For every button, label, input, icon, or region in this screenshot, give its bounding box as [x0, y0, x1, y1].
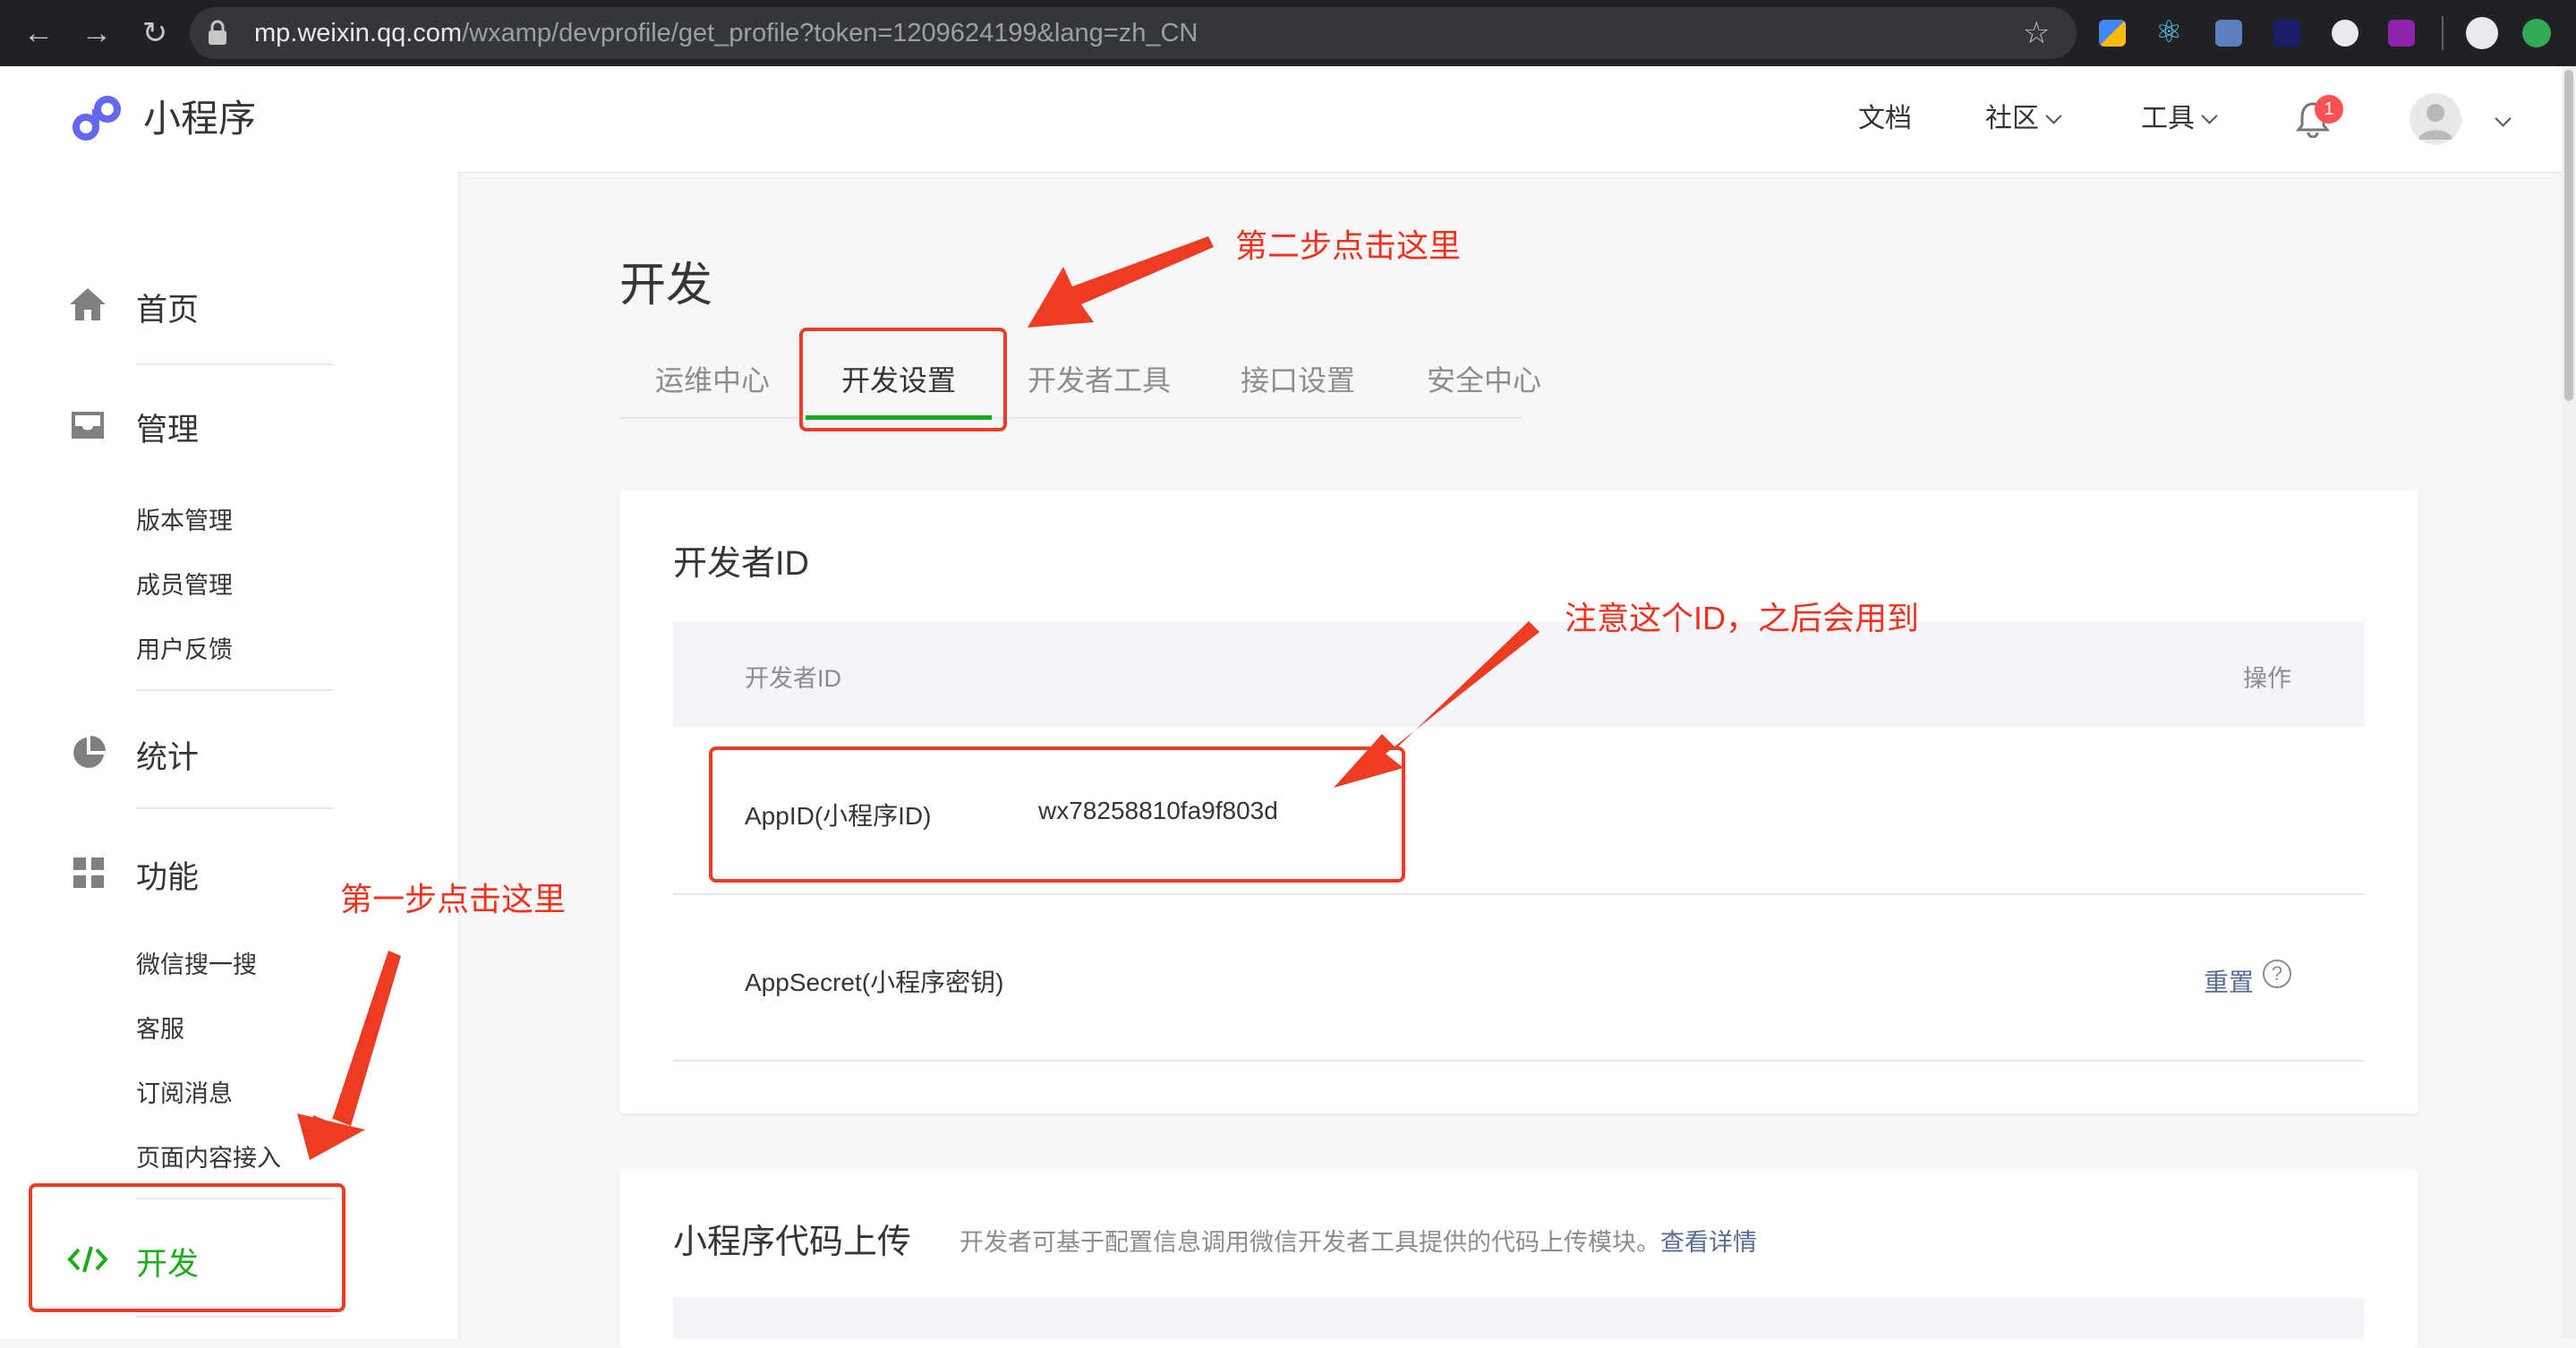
url-path: /wxamp/devprofile/get_profile?token=1209… [462, 19, 1198, 47]
page-scrollbar-thumb[interactable] [2564, 70, 2573, 401]
extension-icon-1[interactable] [2099, 20, 2126, 47]
sidebar-item-customer-service[interactable]: 客服 [136, 1010, 184, 1045]
table-header [673, 621, 2365, 727]
sidebar-item-member-manage[interactable]: 成员管理 [136, 566, 233, 601]
extension-icon-3[interactable] [2273, 20, 2300, 47]
tab-security-center[interactable]: 安全中心 [1427, 358, 1541, 399]
nav-tools[interactable]: 工具 [2141, 66, 2218, 172]
highlight-box-develop [29, 1183, 345, 1312]
profile-icon[interactable] [2466, 17, 2498, 49]
sidebar-item-manage[interactable]: 管理 [136, 405, 199, 450]
grid-icon [73, 857, 104, 888]
view-detail-link[interactable]: 查看详情 [1660, 1229, 1757, 1256]
reload-icon[interactable]: ↻ [132, 0, 177, 66]
sidebar-divider [136, 807, 333, 809]
help-icon[interactable]: ? [2263, 960, 2291, 988]
code-upload-desc: 开发者可基于配置信息调用微信开发者工具提供的代码上传模块。查看详情 [960, 1223, 1757, 1258]
logo-text[interactable]: 小程序 [143, 66, 256, 172]
sidebar-item-version-manage[interactable]: 版本管理 [136, 501, 233, 536]
table-row-divider [673, 893, 2365, 895]
chevron-down-icon [2201, 107, 2218, 124]
account-chevron-icon[interactable] [2495, 110, 2512, 127]
miniprogram-logo-icon[interactable] [68, 91, 127, 147]
url-text: mp.weixin.qq.com/wxamp/devprofile/get_pr… [254, 0, 1198, 66]
sidebar-item-subscribe-message[interactable]: 订阅消息 [136, 1074, 233, 1109]
appsecret-label: AppSecret(小程序密钥) [745, 968, 1004, 996]
update-icon[interactable] [2522, 19, 2551, 47]
pie-chart-icon [73, 736, 106, 768]
annotation-step2: 第二步点击这里 [1235, 227, 1462, 264]
nav-tools-label: 工具 [2141, 104, 2195, 133]
browser-toolbar: ← → ↻ mp.weixin.qq.com/wxamp/devprofile/… [0, 0, 2576, 66]
avatar[interactable] [2410, 93, 2461, 145]
upload-table-header [673, 1298, 2365, 1339]
column-header-action: 操作 [2243, 665, 2291, 692]
developer-id-title: 开发者ID [673, 545, 810, 583]
sidebar-divider [136, 689, 333, 691]
annotation-note-id: 注意这个ID，之后会用到 [1565, 600, 1920, 636]
tab-ops-center[interactable]: 运维中心 [655, 358, 770, 399]
chevron-down-icon [2045, 107, 2062, 124]
site-header: 小程序 文档 社区 工具 1 [0, 66, 2562, 173]
arrow-step2 [1028, 236, 1214, 328]
sidebar-divider [136, 1316, 333, 1318]
code-upload-desc-text: 开发者可基于配置信息调用微信开发者工具提供的代码上传模块。 [960, 1229, 1660, 1256]
star-icon[interactable]: ☆ [2023, 0, 2050, 66]
toolbar-divider [2442, 16, 2444, 50]
annotation-step1: 第一步点击这里 [340, 881, 567, 917]
sidebar-item-page-content[interactable]: 页面内容接入 [136, 1139, 281, 1173]
lock-icon [209, 20, 226, 45]
tab-api-settings[interactable]: 接口设置 [1241, 358, 1355, 399]
nav-community[interactable]: 社区 [1985, 66, 2062, 172]
extension-icon-2[interactable] [2215, 20, 2242, 47]
forward-icon[interactable]: → [74, 0, 119, 66]
tab-dev-tools[interactable]: 开发者工具 [1028, 358, 1171, 399]
user-silhouette-icon [2418, 104, 2452, 140]
sidebar-item-home[interactable]: 首页 [136, 285, 199, 330]
home-icon [70, 288, 106, 320]
highlight-box-dev-settings [799, 328, 1007, 431]
sidebar-item-user-feedback[interactable]: 用户反馈 [136, 630, 233, 665]
sidebar-item-stats[interactable]: 统计 [136, 732, 199, 778]
react-devtools-icon[interactable]: ⚛ [2155, 14, 2182, 50]
highlight-box-appid [709, 747, 1405, 883]
sidebar-item-wechat-search[interactable]: 微信搜一搜 [136, 945, 257, 980]
reset-link[interactable]: 重置 [2204, 963, 2254, 999]
nav-community-label: 社区 [1985, 104, 2039, 133]
page-title: 开发 [619, 260, 713, 311]
notification-badge: 1 [2315, 95, 2343, 124]
code-upload-title: 小程序代码上传 [673, 1224, 912, 1261]
extension-icon-5[interactable] [2388, 20, 2415, 47]
sidebar-item-features[interactable]: 功能 [136, 852, 199, 898]
sidebar-divider [136, 363, 333, 365]
back-icon[interactable]: ← [16, 0, 61, 66]
table-row-divider [673, 1060, 2365, 1062]
nav-docs[interactable]: 文档 [1858, 66, 1912, 172]
url-host: mp.weixin.qq.com [254, 19, 463, 47]
tabs-underline [619, 417, 1522, 419]
inbox-icon [72, 412, 104, 439]
column-header-id: 开发者ID [745, 665, 841, 692]
extension-icon-4[interactable] [2332, 20, 2358, 47]
